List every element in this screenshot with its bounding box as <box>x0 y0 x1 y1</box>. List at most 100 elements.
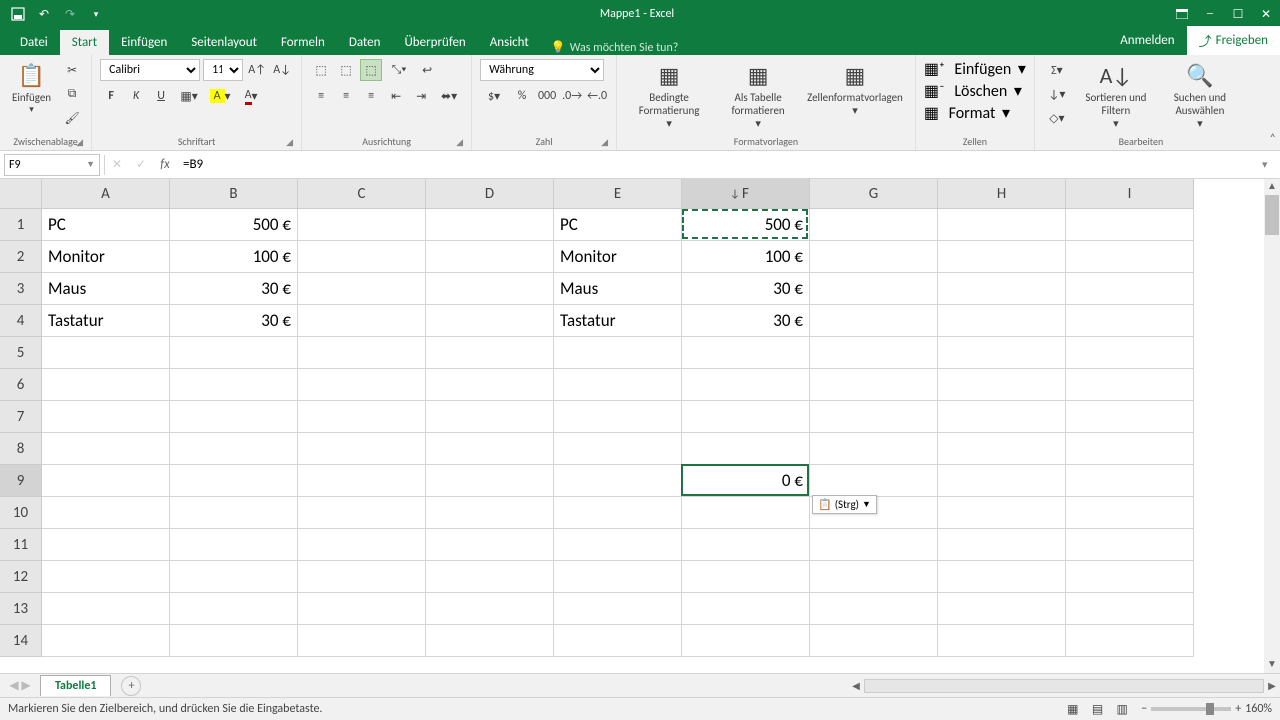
cell-G8[interactable] <box>810 433 938 465</box>
column-header-F[interactable]: ↓F <box>682 179 810 209</box>
row-header-9[interactable]: 9 <box>0 465 42 497</box>
row-header-12[interactable]: 12 <box>0 561 42 593</box>
cell-E10[interactable] <box>554 497 682 529</box>
collapse-ribbon-button[interactable]: ˄ <box>1270 132 1276 146</box>
horizontal-scrollbar[interactable]: ◀ ▶ <box>848 679 1280 693</box>
cell-H1[interactable] <box>938 209 1066 241</box>
insert-cells-button[interactable]: ▦⁺ Einfügen ▾ <box>924 59 1026 79</box>
cell-F7[interactable] <box>682 401 810 433</box>
cell-F1[interactable]: 500 € <box>682 209 810 241</box>
zoom-slider[interactable] <box>1151 707 1231 711</box>
row-header-11[interactable]: 11 <box>0 529 42 561</box>
row-header-4[interactable]: 4 <box>0 305 42 337</box>
bold-button[interactable]: F <box>100 85 122 107</box>
cell-E2[interactable]: Monitor <box>554 241 682 273</box>
cell-D8[interactable] <box>426 433 554 465</box>
column-header-A[interactable]: A <box>42 179 170 209</box>
cell-D4[interactable] <box>426 305 554 337</box>
cell-D14[interactable] <box>426 625 554 657</box>
name-box[interactable]: F9 ▼ <box>4 154 100 176</box>
cell-E7[interactable] <box>554 401 682 433</box>
cell-D3[interactable] <box>426 273 554 305</box>
cell-I11[interactable] <box>1066 529 1194 561</box>
align-right-button[interactable]: ≡ <box>360 85 382 107</box>
cell-B8[interactable] <box>170 433 298 465</box>
page-layout-view-button[interactable]: ▤ <box>1086 702 1108 717</box>
dialog-launcher-icon[interactable]: ◢ <box>286 137 293 148</box>
cell-C6[interactable] <box>298 369 426 401</box>
cell-A13[interactable] <box>42 593 170 625</box>
cell-E13[interactable] <box>554 593 682 625</box>
scroll-left-button[interactable]: ◀ <box>848 679 864 692</box>
cell-D2[interactable] <box>426 241 554 273</box>
tab-formulas[interactable]: Formeln <box>269 30 337 55</box>
formula-input[interactable]: =B9 <box>177 155 1262 174</box>
cell-A3[interactable]: Maus <box>42 273 170 305</box>
decrease-indent-button[interactable]: ⇤ <box>385 85 407 107</box>
cell-A11[interactable] <box>42 529 170 561</box>
cell-B12[interactable] <box>170 561 298 593</box>
cell-I14[interactable] <box>1066 625 1194 657</box>
cell-C13[interactable] <box>298 593 426 625</box>
row-header-3[interactable]: 3 <box>0 273 42 305</box>
normal-view-button[interactable]: ▦ <box>1062 702 1084 717</box>
column-header-C[interactable]: C <box>298 179 426 209</box>
column-header-E[interactable]: E <box>554 179 682 209</box>
cell-H10[interactable] <box>938 497 1066 529</box>
sheet-nav-prev[interactable]: ◀ <box>9 678 18 693</box>
border-button[interactable]: ▦▾ <box>175 85 203 107</box>
cell-C3[interactable] <box>298 273 426 305</box>
orientation-button[interactable]: ⤡▾ <box>385 59 413 81</box>
undo-icon[interactable]: ↶ <box>34 4 54 24</box>
cell-A5[interactable] <box>42 337 170 369</box>
cell-G5[interactable] <box>810 337 938 369</box>
cell-H4[interactable] <box>938 305 1066 337</box>
comma-format-button[interactable]: 000 <box>536 85 558 107</box>
row-header-2[interactable]: 2 <box>0 241 42 273</box>
cell-G7[interactable] <box>810 401 938 433</box>
decrease-decimal-button[interactable]: ←.0 <box>586 85 608 107</box>
cell-B10[interactable] <box>170 497 298 529</box>
cell-F11[interactable] <box>682 529 810 561</box>
cell-D11[interactable] <box>426 529 554 561</box>
sheet-nav-next[interactable]: ▶ <box>21 678 30 693</box>
underline-button[interactable]: U <box>150 85 172 107</box>
cell-I3[interactable] <box>1066 273 1194 305</box>
cell-I2[interactable] <box>1066 241 1194 273</box>
cell-D10[interactable] <box>426 497 554 529</box>
align-center-button[interactable]: ≡ <box>335 85 357 107</box>
tab-pagelayout[interactable]: Seitenlayout <box>179 30 269 55</box>
scroll-track[interactable] <box>864 679 1264 693</box>
column-header-B[interactable]: B <box>170 179 298 209</box>
font-size-select[interactable]: 11 <box>203 59 243 81</box>
tab-data[interactable]: Daten <box>337 30 393 55</box>
signin-button[interactable]: Anmelden <box>1108 28 1186 53</box>
cell-C12[interactable] <box>298 561 426 593</box>
row-header-7[interactable]: 7 <box>0 401 42 433</box>
cell-G3[interactable] <box>810 273 938 305</box>
cell-B7[interactable] <box>170 401 298 433</box>
cell-B6[interactable] <box>170 369 298 401</box>
cell-E5[interactable] <box>554 337 682 369</box>
cell-D7[interactable] <box>426 401 554 433</box>
zoom-in-button[interactable]: + <box>1235 702 1241 716</box>
cell-E12[interactable] <box>554 561 682 593</box>
cell-I4[interactable] <box>1066 305 1194 337</box>
vertical-scrollbar[interactable]: ▲ ▼ <box>1264 179 1280 673</box>
cell-A2[interactable]: Monitor <box>42 241 170 273</box>
cell-I9[interactable] <box>1066 465 1194 497</box>
cell-H7[interactable] <box>938 401 1066 433</box>
cell-A12[interactable] <box>42 561 170 593</box>
cell-H14[interactable] <box>938 625 1066 657</box>
accounting-format-button[interactable]: $▾ <box>480 85 508 107</box>
cell-E14[interactable] <box>554 625 682 657</box>
cell-I6[interactable] <box>1066 369 1194 401</box>
cell-E1[interactable]: PC <box>554 209 682 241</box>
cell-F13[interactable] <box>682 593 810 625</box>
conditional-formatting-button[interactable]: ▦ Bedingte Formatierung▾ <box>625 59 713 130</box>
row-header-8[interactable]: 8 <box>0 433 42 465</box>
dialog-launcher-icon[interactable]: ◢ <box>456 137 463 148</box>
cell-F4[interactable]: 30 € <box>682 305 810 337</box>
cell-G9[interactable] <box>810 465 938 497</box>
cell-G13[interactable] <box>810 593 938 625</box>
